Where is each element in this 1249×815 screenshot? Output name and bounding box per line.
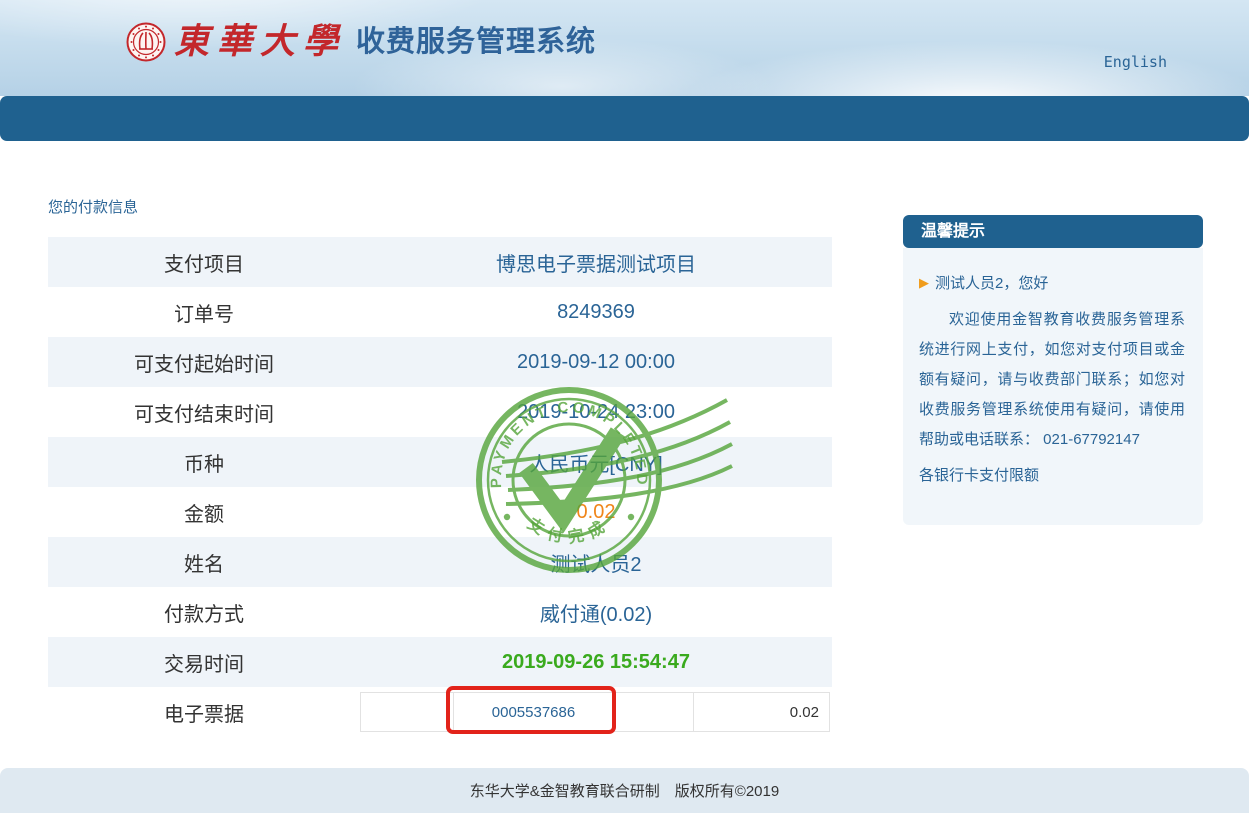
system-title: 收费服务管理系统 xyxy=(356,22,596,62)
table-row: 姓名 测试人员2 xyxy=(48,537,832,587)
table-row: 订单号 8249369 xyxy=(48,287,832,337)
invoice-inner-table: 0005537686 0.02 xyxy=(360,692,830,732)
transaction-time-value: 2019-09-26 15:54:47 xyxy=(360,651,832,674)
triangle-right-icon: ▶ xyxy=(919,276,929,289)
invoice-empty-cell xyxy=(361,693,453,731)
university-name: 東華大學 xyxy=(174,22,346,62)
sidebar-tips: 温馨提示 ▶ 测试人员2，您好 欢迎使用金智教育收费服务管理系统进行网上支付，如… xyxy=(903,215,1203,525)
row-label: 币种 xyxy=(48,448,360,477)
order-number-value: 8249369 xyxy=(360,301,832,324)
table-row: 可支付起始时间 2019-09-12 00:00 xyxy=(48,337,832,387)
invoice-amount-cell: 0.02 xyxy=(693,693,829,731)
currency-value: 人民币元[CNY] xyxy=(360,448,832,477)
table-row: 金额 0.02 xyxy=(48,487,832,537)
sidebar-greeting: ▶ 测试人员2，您好 xyxy=(919,272,1185,293)
row-label: 付款方式 xyxy=(48,598,360,627)
payment-info-title: 您的付款信息 xyxy=(48,196,138,217)
english-language-link[interactable]: English xyxy=(1104,53,1167,71)
row-label: 姓名 xyxy=(48,548,360,577)
table-row: 付款方式 威付通(0.02) xyxy=(48,587,832,637)
payment-item-value[interactable]: 博思电子票据测试项目 xyxy=(360,248,832,277)
row-label: 可支付起始时间 xyxy=(48,348,360,377)
pay-end-time-value: 2019-10-24 23:00 xyxy=(360,401,832,424)
table-row-invoice: 电子票据 0005537686 0.02 xyxy=(48,687,832,737)
row-label: 支付项目 xyxy=(48,248,360,277)
payment-info-table: 支付项目 博思电子票据测试项目 订单号 8249369 可支付起始时间 2019… xyxy=(48,237,832,737)
row-label: 金额 xyxy=(48,498,360,527)
brand: 東華大學 收费服务管理系统 xyxy=(126,22,596,62)
bank-card-limit-link[interactable]: 各银行卡支付限额 xyxy=(919,461,1039,491)
page-header: 東華大學 收费服务管理系统 English xyxy=(0,0,1249,96)
payment-method-value: 威付通(0.02) xyxy=(360,598,832,627)
row-label: 可支付结束时间 xyxy=(48,398,360,427)
sidebar-tips-title: 温馨提示 xyxy=(903,215,1203,248)
table-row: 支付项目 博思电子票据测试项目 xyxy=(48,237,832,287)
table-row: 可支付结束时间 2019-10-24 23:00 xyxy=(48,387,832,437)
greeting-text: 测试人员2，您好 xyxy=(935,272,1048,293)
row-label: 电子票据 xyxy=(48,698,360,727)
invoice-number-link[interactable]: 0005537686 xyxy=(453,693,613,731)
invoice-inner-table-wrap: 0005537686 0.02 xyxy=(360,692,832,732)
page-footer: 东华大学&金智教育联合研制 版权所有©2019 xyxy=(0,768,1249,813)
university-seal-icon xyxy=(126,22,166,62)
nav-bar xyxy=(0,96,1249,141)
pay-start-time-value: 2019-09-12 00:00 xyxy=(360,351,832,374)
invoice-empty-cell xyxy=(613,693,693,731)
table-row: 交易时间 2019-09-26 15:54:47 xyxy=(48,637,832,687)
row-label: 订单号 xyxy=(48,298,360,327)
sidebar-help-text: 欢迎使用金智教育收费服务管理系统进行网上支付，如您对支付项目或金额有疑问，请与收… xyxy=(919,305,1185,455)
row-label: 交易时间 xyxy=(48,648,360,677)
amount-value: 0.02 xyxy=(360,501,832,524)
sidebar-tips-panel: ▶ 测试人员2，您好 欢迎使用金智教育收费服务管理系统进行网上支付，如您对支付项… xyxy=(903,248,1203,525)
payer-name-value: 测试人员2 xyxy=(360,548,832,577)
table-row: 币种 人民币元[CNY] xyxy=(48,437,832,487)
